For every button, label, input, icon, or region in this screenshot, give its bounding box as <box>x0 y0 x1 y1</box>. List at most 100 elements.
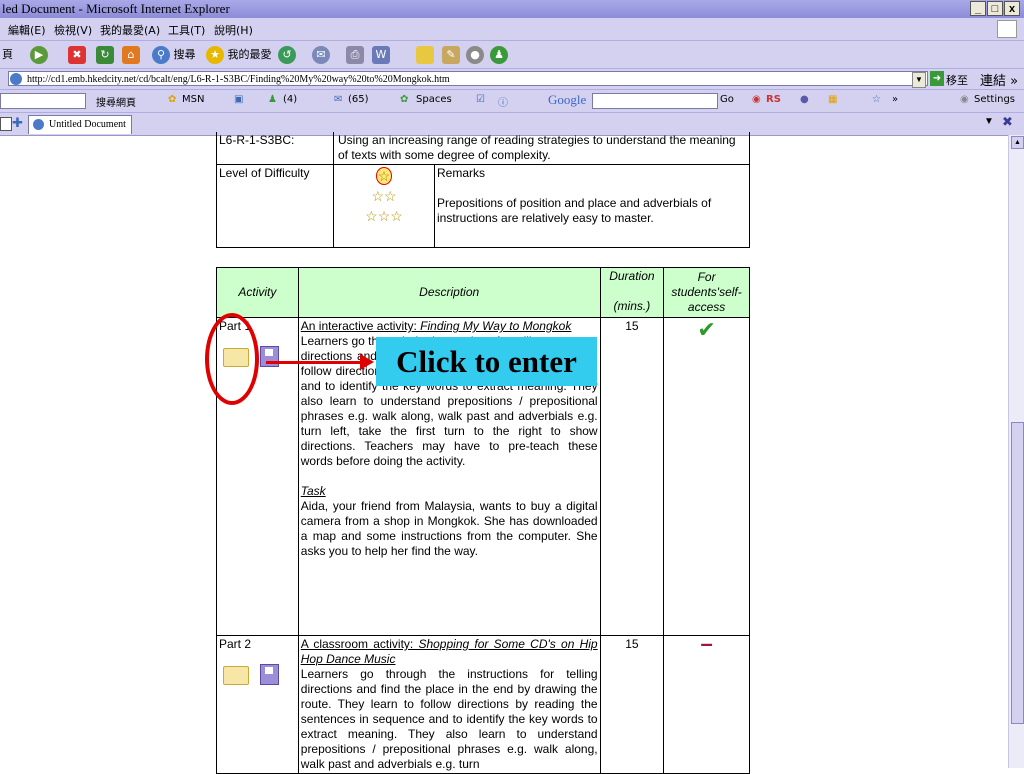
part1-duration: 15 <box>599 317 665 636</box>
part2-dash-icon: – <box>663 633 750 774</box>
checkbox-icon[interactable]: ☑ <box>476 94 485 105</box>
folder-button[interactable] <box>416 45 434 65</box>
bookmark-icon[interactable]: ● <box>800 94 809 105</box>
menu-edit[interactable]: 編輯(E) <box>8 22 46 38</box>
research-button[interactable]: ✎ <box>442 45 460 65</box>
stop-button[interactable]: ✖ <box>68 45 86 65</box>
history-icon: ↺ <box>278 46 296 64</box>
menu-view[interactable]: 檢視(V) <box>54 22 92 38</box>
address-bar: http://cd1.emb.hkedcity.net/cd/bcalt/eng… <box>0 69 1024 90</box>
close-tab-icon[interactable]: ✖ <box>1002 114 1013 130</box>
stop-icon: ✖ <box>68 46 86 64</box>
settings-button[interactable]: Settings <box>974 94 1015 105</box>
remarks-cell: Remarks Prepositions of position and pla… <box>434 164 750 248</box>
history-button[interactable]: ↺ <box>278 45 296 65</box>
menu-tools[interactable]: 工具(T) <box>168 22 205 38</box>
google-search-input[interactable] <box>592 93 718 109</box>
forward-arrow-icon: ▶ <box>30 46 48 64</box>
spaces-icon: ✿ <box>400 94 409 105</box>
research-icon: ✎ <box>442 46 460 64</box>
header-activity: Activity <box>216 267 299 318</box>
msn-button[interactable]: ♟ <box>490 45 508 65</box>
links-toolbar: 搜尋網頁 ✿ MSN ▣ ♟ (4) ✉ (65) ✿ Spaces ☑ ⓘ G… <box>0 90 1024 113</box>
contacts-count[interactable]: (4) <box>283 94 297 105</box>
messenger-button[interactable]: ● <box>466 45 484 65</box>
edit-button[interactable]: W <box>372 45 390 65</box>
search-icon: ⚲ <box>152 46 170 64</box>
vertical-scrollbar[interactable]: ▲ <box>1008 135 1024 768</box>
info-table: L6-R-1-S3BC: Using an increasing range o… <box>216 132 750 248</box>
mail-icon-small[interactable]: ✉ <box>334 94 342 105</box>
home-icon: ⌂ <box>122 46 140 64</box>
go-arrow-icon[interactable]: ➜ <box>930 71 944 86</box>
maximize-button[interactable]: □ <box>987 1 1003 16</box>
scroll-up-arrow-icon[interactable]: ▲ <box>1011 136 1024 149</box>
title-bar: led Document - Microsoft Internet Explor… <box>0 0 1024 18</box>
page-label: 頁 <box>2 48 13 61</box>
printer-icon: ⎙ <box>346 46 364 64</box>
code-cell: L6-R-1-S3BC: <box>216 132 334 165</box>
menu-bar: 編輯(E) 檢視(V) 我的最愛(A) 工具(T) 說明(H) <box>0 18 1024 41</box>
folder-icon <box>416 46 434 64</box>
address-input[interactable]: http://cd1.emb.hkedcity.net/cd/bcalt/eng… <box>8 71 928 86</box>
google-go-button[interactable]: Go <box>720 94 734 105</box>
tab-menu-icon[interactable]: ▼ <box>984 116 994 127</box>
scroll-thumb[interactable] <box>1011 422 1024 724</box>
part2-duration: 15 <box>599 635 665 774</box>
two-star-icon: ☆☆ <box>371 188 397 204</box>
part1-task-label: Task <box>300 484 326 498</box>
print-button[interactable]: ⎙ <box>346 45 364 65</box>
msn-butterfly-icon: ✿ <box>168 94 177 105</box>
chat-icon: ● <box>466 46 484 64</box>
favorites-button[interactable]: ★ 我的最愛 <box>206 45 272 65</box>
remarks-text: Prepositions of position and place and a… <box>437 196 712 225</box>
part1-checkmark-icon: ✔ <box>663 317 750 636</box>
forward-button[interactable]: ▶ <box>30 45 48 65</box>
stars-cell: ☆ ☆☆ ☆☆☆ <box>333 164 435 248</box>
window-title: led Document - Microsoft Internet Explor… <box>2 1 230 16</box>
part2-title[interactable]: A classroom activity: Shopping for Some … <box>301 637 598 666</box>
settings-icon: ◉ <box>960 94 969 105</box>
help-icon[interactable]: ⓘ <box>498 94 508 109</box>
tab-untitled-document[interactable]: Untitled Document <box>28 115 132 134</box>
level-label: Level of Difficulty <box>216 164 334 248</box>
rs-button[interactable]: RS <box>766 94 781 105</box>
ie-page-icon <box>10 73 22 85</box>
refresh-button[interactable]: ↻ <box>96 45 114 65</box>
contacts-icon[interactable]: ♟ <box>268 94 277 105</box>
new-tab-icon[interactable]: ✚ <box>12 115 23 131</box>
msn-link[interactable]: MSN <box>182 94 204 105</box>
arrow-head-icon <box>360 354 374 370</box>
highlight-ellipse <box>205 313 259 405</box>
close-button[interactable]: x <box>1004 1 1020 16</box>
home-button[interactable]: ⌂ <box>122 45 140 65</box>
address-dropdown-icon[interactable]: ▼ <box>912 72 926 88</box>
feed-icon[interactable]: ▣ <box>234 94 243 105</box>
search-web-button[interactable]: 搜尋網頁 <box>96 94 136 109</box>
click-to-enter-callout: Click to enter <box>376 337 597 386</box>
ie-tab-icon <box>33 119 44 130</box>
star-outline-icon[interactable]: ☆ <box>872 94 881 105</box>
menu-favorites[interactable]: 我的最愛(A) <box>100 22 160 38</box>
toolbar-search-box[interactable] <box>0 93 86 109</box>
part1-title[interactable]: An interactive activity: Finding My Way … <box>301 319 572 333</box>
mail-count[interactable]: (65) <box>348 94 369 105</box>
tab-list-icon[interactable] <box>0 117 12 131</box>
go-button[interactable]: 移至 <box>946 72 968 88</box>
part1-task-text: Aida, your friend from Malaysia, wants t… <box>300 499 598 558</box>
part2-description: A classroom activity: Shopping for Some … <box>297 635 601 774</box>
minimize-button[interactable]: _ <box>970 1 986 16</box>
refresh-icon: ↻ <box>96 46 114 64</box>
search-button[interactable]: ⚲ 搜尋 <box>152 45 196 65</box>
autofill-icon[interactable]: ▦ <box>828 94 837 105</box>
spaces-link[interactable]: Spaces <box>416 94 452 105</box>
part2-save-icon[interactable] <box>260 664 280 685</box>
table-row: Part 2 A classroom activity: Shopping fo… <box>216 633 750 774</box>
links-button[interactable]: 連結 » <box>980 70 1018 89</box>
mail-button[interactable]: ✉ <box>312 45 330 65</box>
header-access: For students'self-access <box>663 267 750 318</box>
more-chevron[interactable]: » <box>892 94 898 105</box>
part2-cell: Part 2 <box>216 635 299 774</box>
part2-folder-icon[interactable] <box>223 666 249 685</box>
menu-help[interactable]: 說明(H) <box>214 22 253 38</box>
